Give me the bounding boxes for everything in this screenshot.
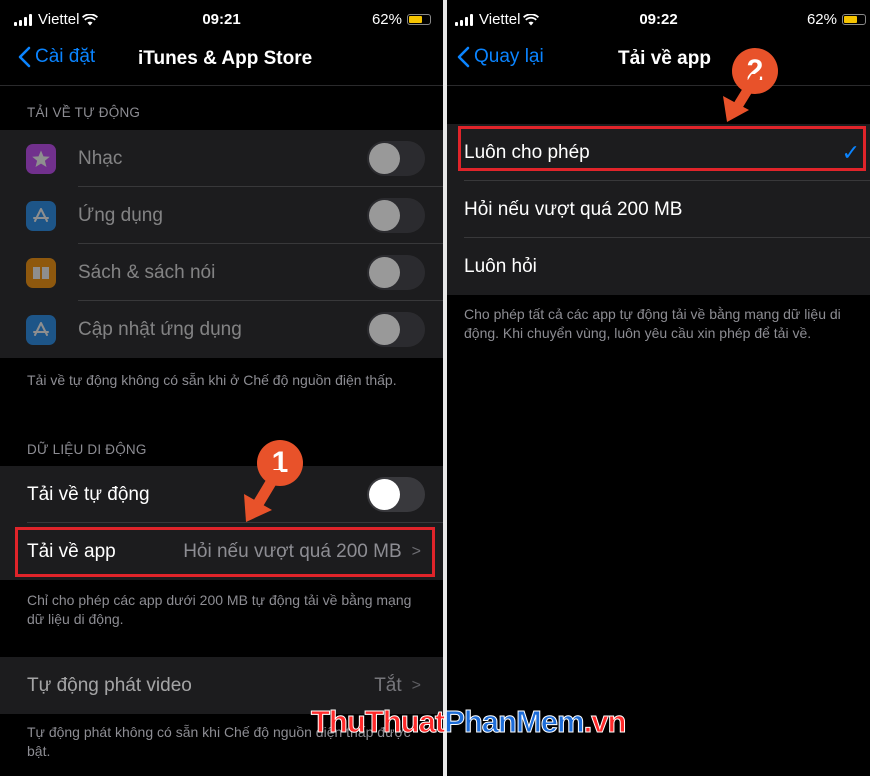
- back-button[interactable]: Quay lại: [457, 46, 544, 68]
- navigation-bar: Quay lại Tải về app: [447, 40, 870, 80]
- watermark-part: PhanMem: [444, 704, 585, 740]
- arrow-pointer-icon: [723, 74, 760, 122]
- arrow-pointer-icon: [244, 470, 282, 522]
- auto-downloads-footer: Tải về tự động không có sẵn khi ở Chế độ…: [27, 372, 397, 388]
- download-options-footer: Cho phép tất cả các app tự động tải về b…: [464, 306, 841, 341]
- chevron-right-icon: >: [411, 676, 421, 694]
- book-icon: [26, 257, 56, 288]
- row-label: Sách & sách nói: [78, 261, 216, 283]
- watermark-part: .vn: [583, 704, 627, 740]
- star-icon: [26, 143, 56, 174]
- apps-toggle[interactable]: [367, 198, 425, 233]
- row-label: Nhạc: [78, 147, 123, 169]
- row-music: Nhạc: [0, 130, 443, 187]
- auto-downloads-group: Nhạc Ứng dụng Sách & sách nói Cập nhật ứ…: [0, 130, 443, 358]
- highlight-box: [458, 126, 866, 171]
- app-store-icon: [26, 200, 56, 231]
- row-cellular-auto: Tải về tự động: [0, 466, 443, 523]
- row-label: Ứng dụng: [78, 204, 163, 226]
- battery-percent: 62%: [806, 11, 837, 28]
- row-books: Sách & sách nói: [0, 244, 443, 301]
- app-store-icon: [26, 314, 56, 345]
- page-title: Tải về app: [618, 48, 711, 69]
- status-bar: Viettel 09:22 62%: [447, 0, 870, 40]
- watermark-part: ThuThuat: [310, 704, 445, 740]
- option-label: Hỏi nếu vượt quá 200 MB: [464, 198, 683, 220]
- back-label: Quay lại: [474, 46, 544, 67]
- back-button[interactable]: Cài đặt: [18, 46, 95, 68]
- cellular-auto-toggle[interactable]: [367, 477, 425, 512]
- battery-percent: 62%: [371, 11, 402, 28]
- navigation-bar: Cài đặt iTunes & App Store: [0, 40, 443, 80]
- books-toggle[interactable]: [367, 255, 425, 290]
- cellular-footer: Chỉ cho phép các app dưới 200 MB tự động…: [27, 592, 412, 627]
- section-header-cellular: DỮ LIỆU DI ĐỘNG: [27, 442, 147, 457]
- left-screen: Viettel 09:21 62% Cài đặt iTunes & App S…: [0, 0, 443, 776]
- option-label: Luôn hỏi: [464, 255, 537, 277]
- right-screen: Viettel 09:22 62% Quay lại Tải về app Lu…: [447, 0, 870, 776]
- watermark-logo: ThuThuatPhanMem.vn: [310, 704, 627, 740]
- battery-icon: [842, 14, 866, 25]
- chevron-left-icon: [457, 46, 470, 68]
- row-value: Tắt: [374, 674, 402, 696]
- section-header-auto-downloads: TẢI VỀ TỰ ĐỘNG: [27, 105, 141, 120]
- row-label: Tự động phát video: [27, 674, 192, 696]
- page-title: iTunes & App Store: [138, 48, 313, 69]
- row-app-updates: Cập nhật ứng dụng: [0, 301, 443, 358]
- row-label: Tải về tự động: [27, 483, 150, 505]
- app-updates-toggle[interactable]: [367, 312, 425, 347]
- option-always-ask[interactable]: Luôn hỏi: [447, 238, 870, 295]
- back-label: Cài đặt: [35, 46, 96, 67]
- option-ask-over-200mb[interactable]: Hỏi nếu vượt quá 200 MB: [447, 181, 870, 238]
- music-toggle[interactable]: [367, 141, 425, 176]
- chevron-left-icon: [18, 46, 31, 68]
- row-apps: Ứng dụng: [0, 187, 443, 244]
- status-bar: Viettel 09:21 62%: [0, 0, 443, 40]
- row-label: Cập nhật ứng dụng: [78, 318, 242, 340]
- battery-icon: [407, 14, 431, 25]
- highlight-box: [15, 527, 435, 577]
